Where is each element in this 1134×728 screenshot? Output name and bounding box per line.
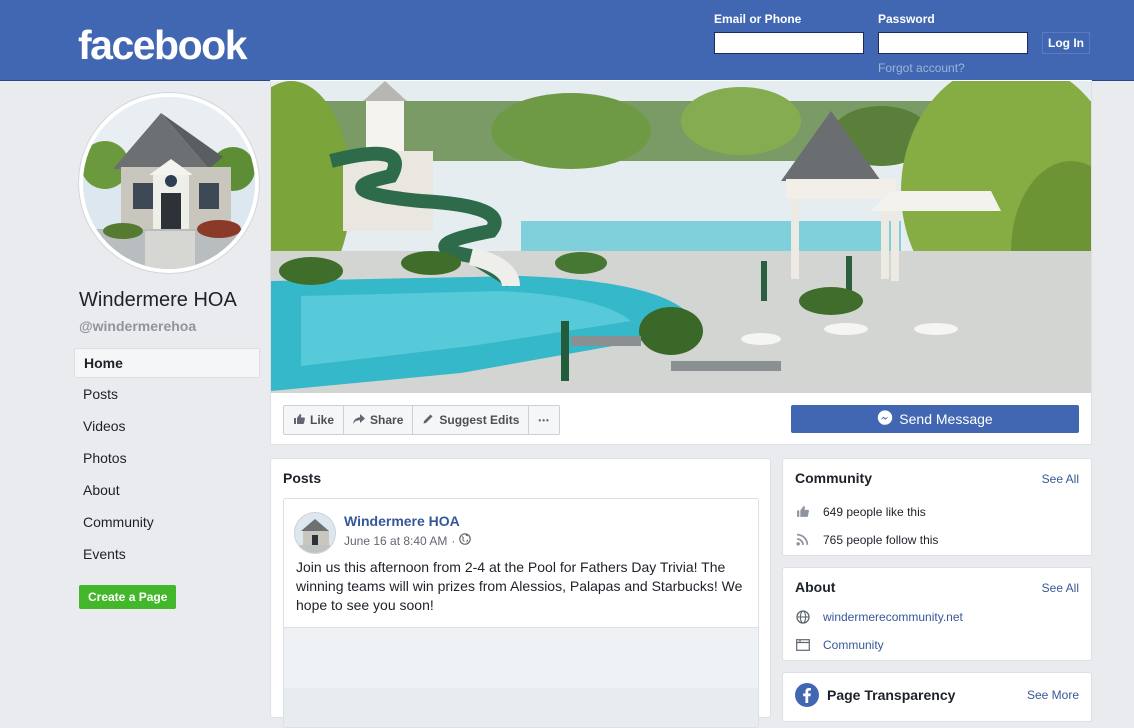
nav-item-about[interactable]: About (74, 474, 260, 506)
about-title: About (795, 579, 836, 595)
password-label: Password (878, 12, 935, 26)
community-likes: 649 people like this (823, 504, 926, 519)
email-label: Email or Phone (714, 12, 802, 26)
rss-icon (795, 532, 810, 547)
post-timestamp[interactable]: June 16 at 8:40 AM (344, 534, 447, 548)
suggest-edits-label: Suggest Edits (439, 413, 520, 427)
community-likes-row: 649 people like this (795, 504, 926, 519)
folder-icon (795, 637, 810, 652)
meta-separator: · (451, 533, 456, 548)
posts-section: Posts Windermere HOA June 16 at 8:40 AM … (270, 458, 771, 728)
facebook-logo[interactable]: facebook (78, 22, 248, 69)
nav-item-videos[interactable]: Videos (74, 410, 260, 442)
globe-icon (795, 609, 810, 624)
page-nav: Home Posts Videos Photos About Community… (74, 348, 260, 570)
send-message-button[interactable]: Send Message (791, 405, 1079, 433)
community-see-all-link[interactable]: See All (1042, 472, 1079, 486)
forgot-account-link[interactable]: Forgot account? (878, 61, 965, 75)
page-transparency-see-more-link[interactable]: See More (1027, 688, 1079, 702)
globe-icon (459, 533, 472, 548)
community-follows-row: 765 people follow this (795, 532, 938, 547)
share-label: Share (370, 413, 404, 427)
send-message-label: Send Message (899, 411, 993, 427)
community-follows: 765 people follow this (823, 532, 939, 547)
about-card: About See All windermerecommunity.net Co… (782, 567, 1092, 661)
more-options-button[interactable]: ••• (529, 406, 558, 434)
pencil-icon (422, 413, 434, 428)
post-avatar[interactable] (295, 513, 335, 553)
about-category-row: Community (795, 637, 884, 652)
more-dots-icon: ••• (538, 415, 550, 425)
nav-item-community[interactable]: Community (74, 506, 260, 538)
page-transparency-card: Page Transparency See More (782, 672, 1092, 722)
email-input[interactable] (714, 32, 864, 54)
page-action-bar: Like Share Suggest Edits ••• (283, 405, 560, 435)
suggest-edits-button[interactable]: Suggest Edits (413, 406, 530, 434)
like-button[interactable]: Like (284, 406, 345, 434)
login-button[interactable]: Log In (1042, 32, 1090, 54)
about-see-all-link[interactable]: See All (1042, 581, 1079, 595)
about-website-row: windermerecommunity.net (795, 609, 963, 624)
profile-picture[interactable] (79, 93, 259, 273)
cover-photo[interactable] (271, 81, 1091, 393)
about-website-link[interactable]: windermerecommunity.net (823, 610, 963, 624)
page-transparency-title: Page Transparency (827, 687, 956, 703)
messenger-icon (877, 409, 893, 429)
like-icon (293, 413, 305, 428)
nav-item-posts[interactable]: Posts (74, 378, 260, 410)
about-category-link[interactable]: Community (823, 638, 884, 652)
page-name[interactable]: Windermere HOA (79, 289, 237, 312)
post-meta: June 16 at 8:40 AM · (344, 533, 472, 548)
password-input[interactable] (878, 32, 1028, 54)
post-card: Windermere HOA June 16 at 8:40 AM · Join… (283, 498, 759, 728)
thumbs-up-icon (795, 504, 810, 519)
share-button[interactable]: Share (344, 406, 414, 434)
community-title: Community (795, 470, 872, 486)
post-author[interactable]: Windermere HOA (344, 513, 460, 529)
post-text: Join us this afternoon from 2-4 at the P… (296, 559, 743, 613)
page-handle[interactable]: @windermerehoa (79, 318, 196, 334)
community-card: Community See All 649 people like this 7… (782, 458, 1092, 556)
like-label: Like (310, 413, 335, 427)
facebook-icon (795, 683, 819, 712)
profile-photo (83, 97, 255, 269)
share-icon (353, 413, 366, 428)
post-image[interactable] (284, 627, 758, 727)
top-navbar: facebook Email or Phone Password Log In … (0, 0, 1134, 81)
posts-title: Posts (283, 470, 322, 486)
nav-item-events[interactable]: Events (74, 538, 260, 570)
nav-item-photos[interactable]: Photos (74, 442, 260, 474)
create-page-button[interactable]: Create a Page (79, 585, 177, 609)
nav-item-home[interactable]: Home (74, 348, 260, 378)
